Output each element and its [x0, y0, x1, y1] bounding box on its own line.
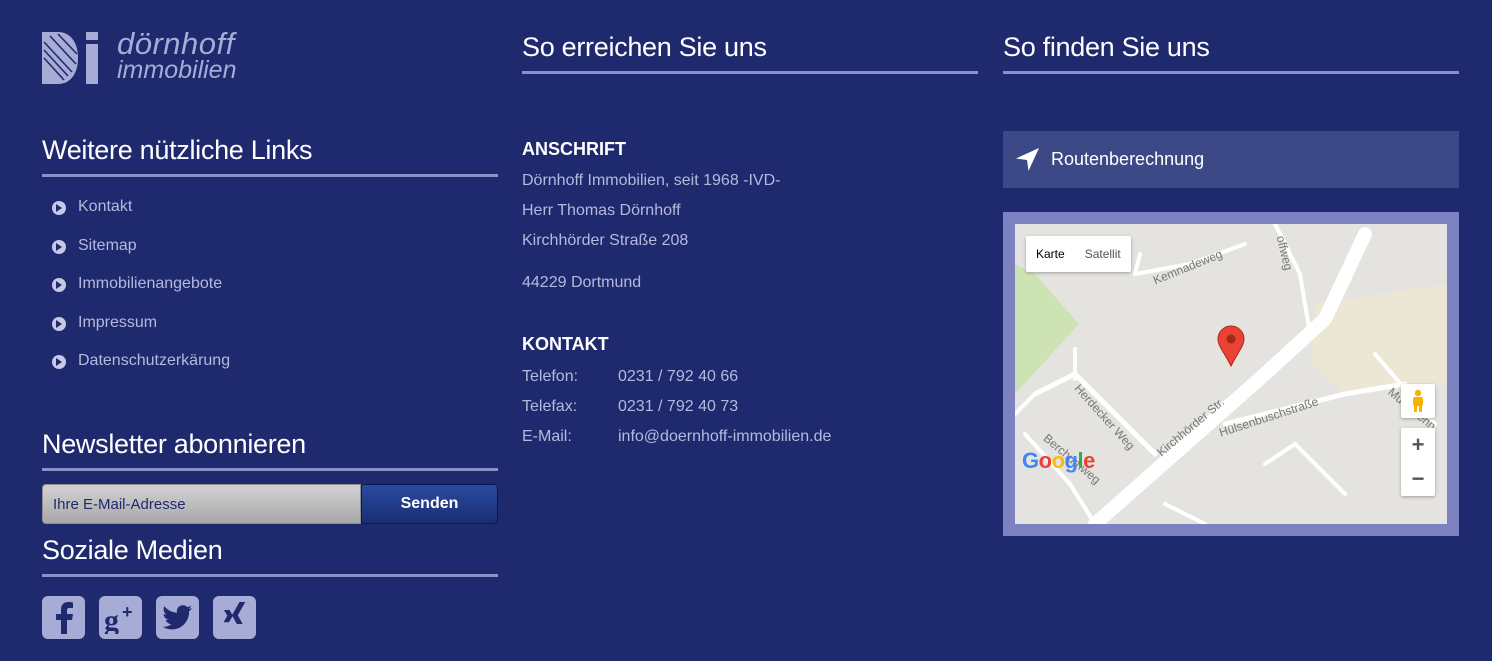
chevron-circle-icon: [52, 278, 66, 292]
reach-heading: So erreichen Sie uns: [522, 32, 978, 74]
link-label: Immobilienangebote: [78, 275, 223, 292]
find-heading: So finden Sie uns: [1003, 32, 1459, 74]
logo[interactable]: dörnhoff immobilien: [42, 26, 282, 85]
twitter-icon[interactable]: [156, 596, 199, 639]
map-zoom-control: + −: [1401, 428, 1435, 496]
contact-label: KONTAKT: [522, 334, 609, 354]
address-line: Kirchhörder Straße 208: [522, 232, 689, 249]
google-plus-icon[interactable]: g +: [99, 596, 142, 639]
email-link[interactable]: info@doernhoff-immobilien.de: [618, 428, 831, 446]
newsletter-heading: Newsletter abonnieren: [42, 429, 498, 471]
chevron-circle-icon: [52, 201, 66, 215]
chevron-circle-icon: [52, 239, 66, 254]
contact-key: E-Mail:: [522, 428, 572, 445]
map-frame: Kemnadeweg offweg Herdecker Weg Kirchhör…: [1003, 212, 1459, 536]
zoom-out-button[interactable]: −: [1401, 462, 1435, 496]
svg-text:g: g: [104, 604, 119, 634]
social-icons: g +: [42, 596, 256, 639]
link-impressum[interactable]: Impressum: [52, 314, 230, 353]
address-label: ANSCHRIFT: [522, 139, 626, 159]
newsletter-form: Senden: [42, 484, 498, 524]
map-type-satellit[interactable]: Satellit: [1075, 236, 1131, 272]
useful-links-list: Kontakt Sitemap Immobilienangebote Impre…: [52, 198, 230, 391]
google-logo: Google: [1022, 448, 1095, 473]
social-heading: Soziale Medien: [42, 535, 498, 577]
contact-email: E-Mail: info@doernhoff-immobilien.de: [522, 428, 831, 446]
chevron-circle-icon: [52, 316, 66, 331]
logo-text-line2: immobilien: [117, 56, 237, 84]
contact-phone: Telefon: 0231 / 792 40 66: [522, 368, 738, 386]
newsletter-submit-button[interactable]: Senden: [361, 484, 498, 524]
link-label: Datenschutzerkärung: [78, 352, 231, 369]
link-label: Kontakt: [78, 198, 133, 215]
address-line: Herr Thomas Dörnhoff: [522, 202, 681, 219]
address-line: Dörnhoff Immobilien, seit 1968 -IVD-: [522, 172, 781, 189]
map-type-toggle: Karte Satellit: [1026, 236, 1131, 272]
fax-value: 0231 / 792 40 73: [618, 398, 739, 415]
map-type-karte[interactable]: Karte: [1026, 236, 1075, 272]
pegman-icon: [1413, 389, 1423, 412]
xing-icon[interactable]: [213, 596, 256, 639]
link-label: Sitemap: [78, 236, 137, 254]
route-label: Routenberechnung: [1051, 149, 1205, 169]
svg-text:+: +: [122, 602, 133, 622]
address-line: 44229 Dortmund: [522, 274, 642, 291]
link-immobilienangebote[interactable]: Immobilienangebote: [52, 275, 230, 314]
contact-key: Telefon:: [522, 368, 579, 385]
link-kontakt[interactable]: Kontakt: [52, 198, 230, 237]
facebook-icon[interactable]: [42, 596, 85, 639]
contact-key: Telefax:: [522, 398, 578, 415]
link-sitemap[interactable]: Sitemap: [52, 237, 230, 276]
location-arrow-icon: [1016, 147, 1039, 171]
zoom-in-button[interactable]: +: [1401, 428, 1435, 462]
logo-mark-icon: [42, 32, 98, 84]
route-calculation-button[interactable]: Routenberechnung: [1003, 131, 1459, 188]
link-datenschutz[interactable]: Datenschutzerkärung: [52, 352, 230, 391]
links-heading: Weitere nützliche Links: [42, 135, 498, 177]
newsletter-email-input[interactable]: [42, 484, 361, 524]
google-map[interactable]: Kemnadeweg offweg Herdecker Weg Kirchhör…: [1015, 224, 1447, 524]
phone-value[interactable]: 0231 / 792 40 66: [618, 368, 738, 386]
chevron-circle-icon: [52, 355, 66, 369]
link-label: Impressum: [78, 313, 158, 331]
street-view-pegman[interactable]: [1401, 384, 1435, 418]
contact-fax: Telefax: 0231 / 792 40 73: [522, 398, 738, 416]
